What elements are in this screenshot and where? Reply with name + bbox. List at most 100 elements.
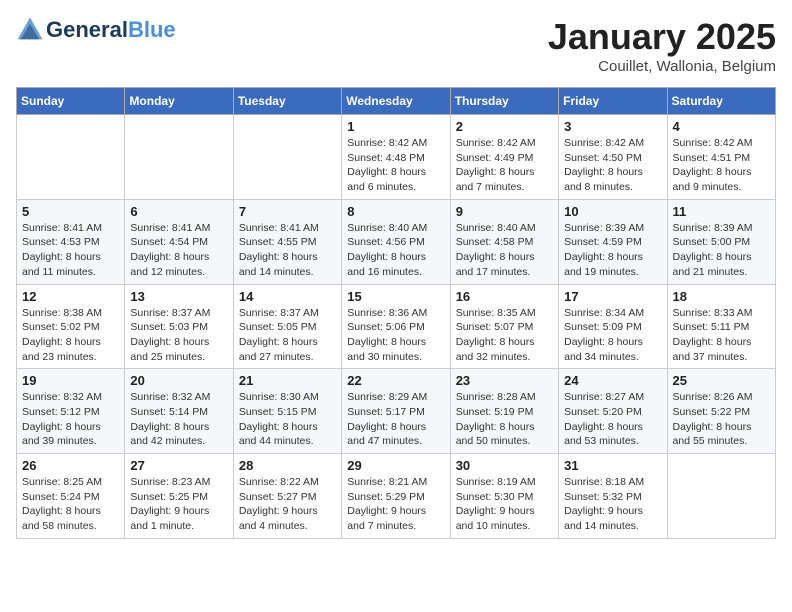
calendar-cell: 27 Sunrise: 8:23 AM Sunset: 5:25 PM Dayli…: [125, 454, 233, 539]
day-number: 5: [22, 204, 119, 219]
calendar-cell: 12Sunrise: 8:38 AM Sunset: 5:02 PM Dayli…: [17, 284, 125, 369]
day-number: 26: [22, 458, 119, 473]
day-number: 27: [130, 458, 227, 473]
weekday-header: Sunday: [17, 88, 125, 115]
day-info: Sunrise: 8:42 AM Sunset: 4:49 PM Dayligh…: [456, 136, 553, 195]
day-number: 31: [564, 458, 661, 473]
day-number: 21: [239, 373, 336, 388]
day-info: Sunrise: 8:18 AM Sunset: 5:32 PM Dayligh…: [564, 475, 661, 534]
calendar-cell: 29 Sunrise: 8:21 AM Sunset: 5:29 PM Dayli…: [342, 454, 450, 539]
day-number: 20: [130, 373, 227, 388]
calendar-cell: [667, 454, 775, 539]
calendar-cell: 2 Sunrise: 8:42 AM Sunset: 4:49 PM Daylig…: [450, 115, 558, 200]
day-info: Sunrise: 8:42 AM Sunset: 4:48 PM Dayligh…: [347, 136, 444, 195]
calendar-cell: 10Sunrise: 8:39 AM Sunset: 4:59 PM Dayli…: [559, 199, 667, 284]
day-number: 18: [673, 289, 770, 304]
weekday-header: Saturday: [667, 88, 775, 115]
day-number: 25: [673, 373, 770, 388]
weekday-header: Tuesday: [233, 88, 341, 115]
day-info: Sunrise: 8:35 AM Sunset: 5:07 PM Dayligh…: [456, 306, 553, 365]
day-info: Sunrise: 8:27 AM Sunset: 5:20 PM Dayligh…: [564, 390, 661, 449]
day-info: Sunrise: 8:41 AM Sunset: 4:55 PM Dayligh…: [239, 221, 336, 280]
calendar-cell: 17Sunrise: 8:34 AM Sunset: 5:09 PM Dayli…: [559, 284, 667, 369]
day-number: 7: [239, 204, 336, 219]
calendar-cell: 9 Sunrise: 8:40 AM Sunset: 4:58 PM Daylig…: [450, 199, 558, 284]
calendar-cell: [17, 115, 125, 200]
calendar-cell: 14Sunrise: 8:37 AM Sunset: 5:05 PM Dayli…: [233, 284, 341, 369]
day-info: Sunrise: 8:37 AM Sunset: 5:05 PM Dayligh…: [239, 306, 336, 365]
day-info: Sunrise: 8:30 AM Sunset: 5:15 PM Dayligh…: [239, 390, 336, 449]
calendar-cell: 7 Sunrise: 8:41 AM Sunset: 4:55 PM Daylig…: [233, 199, 341, 284]
day-info: Sunrise: 8:39 AM Sunset: 4:59 PM Dayligh…: [564, 221, 661, 280]
calendar-week-row: 5 Sunrise: 8:41 AM Sunset: 4:53 PM Daylig…: [17, 199, 776, 284]
day-info: Sunrise: 8:33 AM Sunset: 5:11 PM Dayligh…: [673, 306, 770, 365]
day-number: 9: [456, 204, 553, 219]
day-number: 8: [347, 204, 444, 219]
calendar-cell: 1 Sunrise: 8:42 AM Sunset: 4:48 PM Daylig…: [342, 115, 450, 200]
day-number: 13: [130, 289, 227, 304]
calendar-cell: 19 Sunrise: 8:32 AM Sunset: 5:12 PM Dayli…: [17, 369, 125, 454]
day-number: 29: [347, 458, 444, 473]
location-subtitle: Couillet, Wallonia, Belgium: [548, 58, 776, 75]
calendar-cell: 26 Sunrise: 8:25 AM Sunset: 5:24 PM Dayli…: [17, 454, 125, 539]
day-number: 3: [564, 119, 661, 134]
calendar-cell: 4 Sunrise: 8:42 AM Sunset: 4:51 PM Daylig…: [667, 115, 775, 200]
calendar-week-row: 26 Sunrise: 8:25 AM Sunset: 5:24 PM Dayli…: [17, 454, 776, 539]
day-number: 12: [22, 289, 119, 304]
day-number: 22: [347, 373, 444, 388]
day-number: 17: [564, 289, 661, 304]
day-number: 19: [22, 373, 119, 388]
month-title: January 2025: [548, 16, 776, 58]
day-number: 28: [239, 458, 336, 473]
calendar-cell: 11 Sunrise: 8:39 AM Sunset: 5:00 PM Dayli…: [667, 199, 775, 284]
calendar-cell: 13 Sunrise: 8:37 AM Sunset: 5:03 PM Dayli…: [125, 284, 233, 369]
calendar-cell: [125, 115, 233, 200]
day-info: Sunrise: 8:26 AM Sunset: 5:22 PM Dayligh…: [673, 390, 770, 449]
calendar-cell: [233, 115, 341, 200]
title-block: January 2025 Couillet, Wallonia, Belgium: [548, 16, 776, 75]
calendar-cell: 15 Sunrise: 8:36 AM Sunset: 5:06 PM Dayli…: [342, 284, 450, 369]
calendar-cell: 3Sunrise: 8:42 AM Sunset: 4:50 PM Daylig…: [559, 115, 667, 200]
day-number: 1: [347, 119, 444, 134]
weekday-header: Friday: [559, 88, 667, 115]
calendar-cell: 25 Sunrise: 8:26 AM Sunset: 5:22 PM Dayli…: [667, 369, 775, 454]
calendar-cell: 31 Sunrise: 8:18 AM Sunset: 5:32 PM Dayli…: [559, 454, 667, 539]
day-number: 15: [347, 289, 444, 304]
calendar-cell: 30Sunrise: 8:19 AM Sunset: 5:30 PM Dayli…: [450, 454, 558, 539]
day-info: Sunrise: 8:39 AM Sunset: 5:00 PM Dayligh…: [673, 221, 770, 280]
day-info: Sunrise: 8:40 AM Sunset: 4:56 PM Dayligh…: [347, 221, 444, 280]
page-header: GeneralBlue January 2025 Couillet, Wallo…: [16, 16, 776, 75]
day-info: Sunrise: 8:42 AM Sunset: 4:51 PM Dayligh…: [673, 136, 770, 195]
calendar-table: SundayMondayTuesdayWednesdayThursdayFrid…: [16, 87, 776, 539]
day-number: 6: [130, 204, 227, 219]
day-info: Sunrise: 8:32 AM Sunset: 5:14 PM Dayligh…: [130, 390, 227, 449]
day-info: Sunrise: 8:23 AM Sunset: 5:25 PM Dayligh…: [130, 475, 227, 534]
logo: GeneralBlue: [16, 16, 176, 44]
day-info: Sunrise: 8:36 AM Sunset: 5:06 PM Dayligh…: [347, 306, 444, 365]
logo-text: GeneralBlue: [46, 18, 176, 42]
day-info: Sunrise: 8:40 AM Sunset: 4:58 PM Dayligh…: [456, 221, 553, 280]
calendar-cell: 8 Sunrise: 8:40 AM Sunset: 4:56 PM Daylig…: [342, 199, 450, 284]
day-number: 2: [456, 119, 553, 134]
day-info: Sunrise: 8:25 AM Sunset: 5:24 PM Dayligh…: [22, 475, 119, 534]
weekday-header: Thursday: [450, 88, 558, 115]
calendar-header-row: SundayMondayTuesdayWednesdayThursdayFrid…: [17, 88, 776, 115]
day-info: Sunrise: 8:41 AM Sunset: 4:54 PM Dayligh…: [130, 221, 227, 280]
day-info: Sunrise: 8:41 AM Sunset: 4:53 PM Dayligh…: [22, 221, 119, 280]
day-number: 11: [673, 204, 770, 219]
calendar-week-row: 12Sunrise: 8:38 AM Sunset: 5:02 PM Dayli…: [17, 284, 776, 369]
calendar-cell: 5 Sunrise: 8:41 AM Sunset: 4:53 PM Daylig…: [17, 199, 125, 284]
calendar-cell: 16 Sunrise: 8:35 AM Sunset: 5:07 PM Dayli…: [450, 284, 558, 369]
day-info: Sunrise: 8:21 AM Sunset: 5:29 PM Dayligh…: [347, 475, 444, 534]
day-number: 16: [456, 289, 553, 304]
calendar-cell: 24 Sunrise: 8:27 AM Sunset: 5:20 PM Dayli…: [559, 369, 667, 454]
day-info: Sunrise: 8:28 AM Sunset: 5:19 PM Dayligh…: [456, 390, 553, 449]
day-info: Sunrise: 8:37 AM Sunset: 5:03 PM Dayligh…: [130, 306, 227, 365]
weekday-header: Monday: [125, 88, 233, 115]
day-number: 4: [673, 119, 770, 134]
calendar-cell: 28Sunrise: 8:22 AM Sunset: 5:27 PM Dayli…: [233, 454, 341, 539]
logo-icon: [16, 16, 44, 44]
calendar-cell: 18 Sunrise: 8:33 AM Sunset: 5:11 PM Dayli…: [667, 284, 775, 369]
day-info: Sunrise: 8:32 AM Sunset: 5:12 PM Dayligh…: [22, 390, 119, 449]
day-number: 24: [564, 373, 661, 388]
